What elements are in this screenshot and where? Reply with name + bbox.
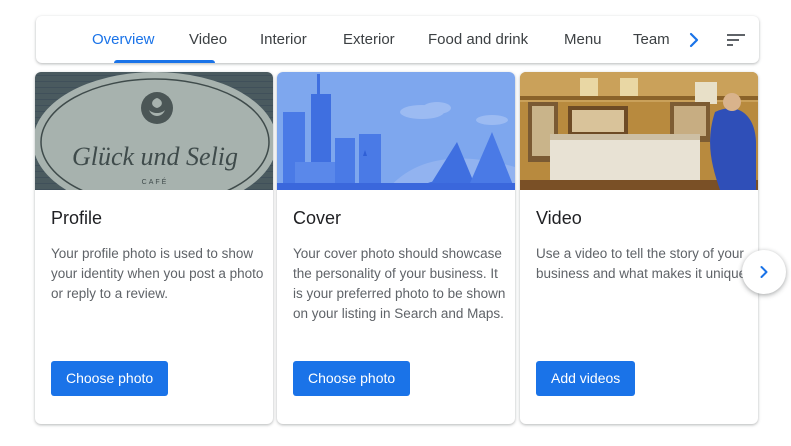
cafe-sign-subtext: CAFÉ	[142, 177, 169, 186]
card-description: Your cover photo should showcase the per…	[293, 246, 506, 321]
profile-photo-card: Glück und Selig CAFÉ Profile Your profil…	[35, 72, 273, 424]
tab-overview[interactable]: Overview	[92, 16, 155, 63]
card-title: Cover	[293, 208, 342, 228]
chevron-right-icon[interactable]	[684, 30, 704, 50]
cafe-sign-text: Glück und Selig	[72, 142, 238, 171]
card-title: Profile	[51, 208, 103, 228]
tab-exterior[interactable]: Exterior	[343, 16, 395, 63]
carousel-next-button[interactable]	[742, 250, 786, 294]
video-sample-image	[520, 72, 758, 190]
profile-sample-image: Glück und Selig CAFÉ	[35, 72, 273, 190]
tab-team[interactable]: Team	[633, 16, 670, 63]
card-description: Your profile photo is used to show your …	[51, 246, 264, 301]
chevron-right-icon	[760, 266, 768, 278]
active-tab-indicator	[114, 60, 215, 63]
tab-video[interactable]: Video	[189, 16, 227, 63]
cover-sample-image	[277, 72, 515, 190]
card-description: Use a video to tell the story of your bu…	[536, 246, 750, 281]
photo-category-tabs: Overview Video Interior Exterior Food an…	[36, 16, 759, 63]
video-card: Video Use a video to tell the story of y…	[520, 72, 758, 424]
add-videos-button[interactable]: Add videos	[536, 361, 636, 396]
choose-profile-photo-button[interactable]: Choose photo	[51, 361, 169, 396]
card-title: Video	[536, 208, 582, 228]
cover-photo-card: Cover Your cover photo should showcase t…	[277, 72, 515, 424]
choose-cover-photo-button[interactable]: Choose photo	[293, 361, 411, 396]
tab-menu[interactable]: Menu	[564, 16, 602, 63]
tab-food-and-drink[interactable]: Food and drink	[428, 16, 528, 63]
tab-interior[interactable]: Interior	[260, 16, 307, 63]
sort-icon[interactable]	[724, 28, 748, 52]
